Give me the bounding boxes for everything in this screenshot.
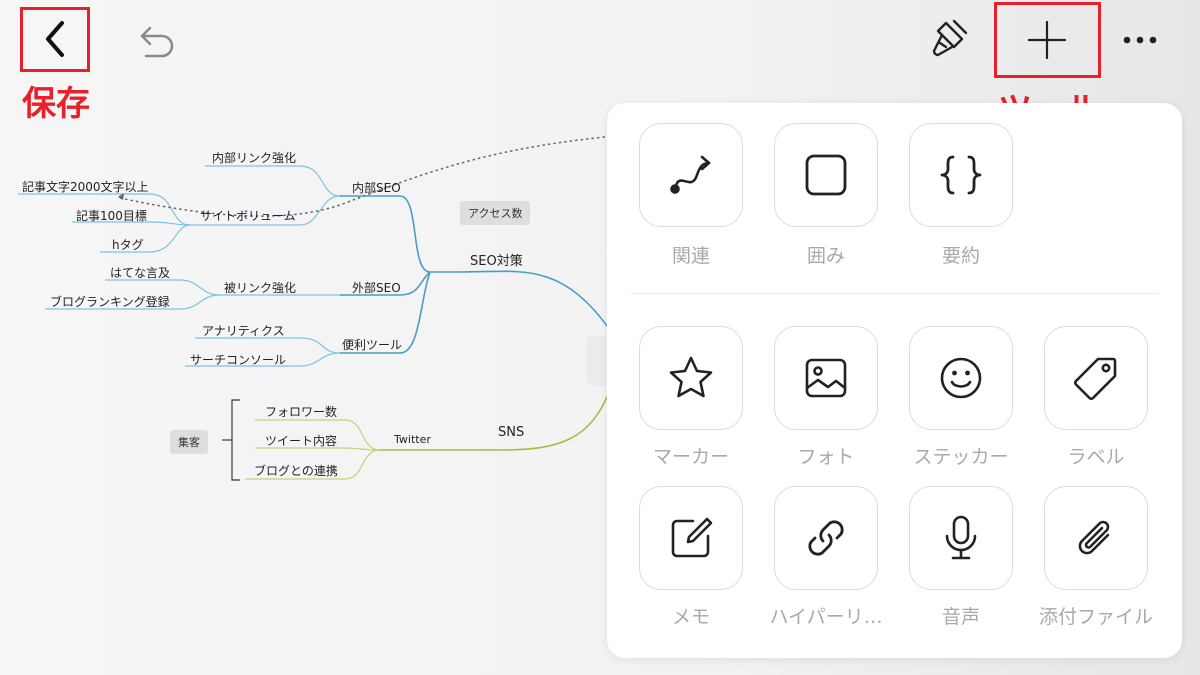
topic-blog-renkei[interactable]: ブログとの連携 [254,462,338,479]
topic-follower[interactable]: フォロワー数 [265,403,337,420]
summary-label: 要約 [941,245,980,267]
sticker-button[interactable] [909,326,1013,430]
topic-search-console[interactable]: サーチコンソール [190,351,286,368]
topic-sns[interactable]: SNS [498,425,524,440]
relation-button[interactable] [639,123,743,227]
panel-edge-tab [586,336,608,386]
hyperlink-label: ハイパーリ… [769,606,883,628]
hyperlink-button[interactable] [774,486,878,590]
attachment-label: 添付ファイル [1038,606,1153,628]
topic-naibu-seo[interactable]: 内部SEO [352,179,401,196]
topic-seo[interactable]: SEO対策 [470,250,523,269]
image-icon [805,358,847,398]
sticker-label: ステッカー [913,446,1009,468]
marker-label: マーカー [652,446,729,468]
topic-hatena[interactable]: はてな言及 [110,264,170,281]
photo-label: フォト [797,446,855,468]
relation-curve-icon [670,155,711,194]
tag-icon [1074,357,1117,400]
topic-hisetsu-link[interactable]: 被リンク強化 [224,279,296,296]
link-icon [808,520,844,556]
topic-kiji2000[interactable]: 記事文字2000文字以上 [22,178,149,195]
summary-button[interactable] [909,123,1013,227]
access-badge[interactable]: アクセス数 [460,201,531,225]
boundary-square-icon [805,154,847,196]
topic-benri-tool[interactable]: 便利ツール [342,336,402,353]
relation-label: 関連 [671,245,710,267]
label-label: ラベル [1067,446,1125,468]
audio-label: 音声 [941,606,980,628]
topic-kiji100[interactable]: 記事100目標 [76,207,147,224]
memo-label: メモ [671,606,710,628]
topic-tweet[interactable]: ツイート内容 [265,432,337,449]
topic-analytics[interactable]: アナリティクス [202,322,285,339]
topic-htag[interactable]: hタグ [112,236,144,253]
paperclip-icon [1078,520,1110,555]
boundary-label: 囲み [806,245,845,267]
star-icon [669,356,713,398]
panel-divider [631,293,1158,294]
topic-blog-rank[interactable]: ブログランキング登録 [50,293,170,310]
label-button[interactable] [1044,326,1148,430]
topic-naibu-link[interactable]: 内部リンク強化 [212,149,296,166]
more-dots-icon [1123,36,1157,44]
topic-twitter[interactable]: Twitter [394,433,431,446]
paint-brush-icon [932,19,968,57]
insert-panel: 関連 囲み 要約 マーカー フォト ステッカー ラベル メモ ハイパーリ… 音声… [607,103,1182,658]
summary-braces-icon [940,155,982,195]
more-button[interactable] [1120,26,1160,54]
marker-button[interactable] [639,326,743,430]
note-edit-icon [671,517,713,558]
attachment-button[interactable] [1044,486,1148,590]
smiley-icon [940,357,982,399]
boundary-button[interactable] [774,123,878,227]
topic-site-volume[interactable]: サイトボリューム [200,207,296,224]
photo-button[interactable] [774,326,878,430]
format-button[interactable] [920,14,976,64]
memo-button[interactable] [639,486,743,590]
add-tool-highlight [994,2,1101,78]
mindmap-connectors [18,136,611,481]
topic-gaibu-seo[interactable]: 外部SEO [352,279,401,296]
microphone-icon [945,515,977,560]
audio-button[interactable] [909,486,1013,590]
attract-badge[interactable]: 集客 [170,430,208,454]
